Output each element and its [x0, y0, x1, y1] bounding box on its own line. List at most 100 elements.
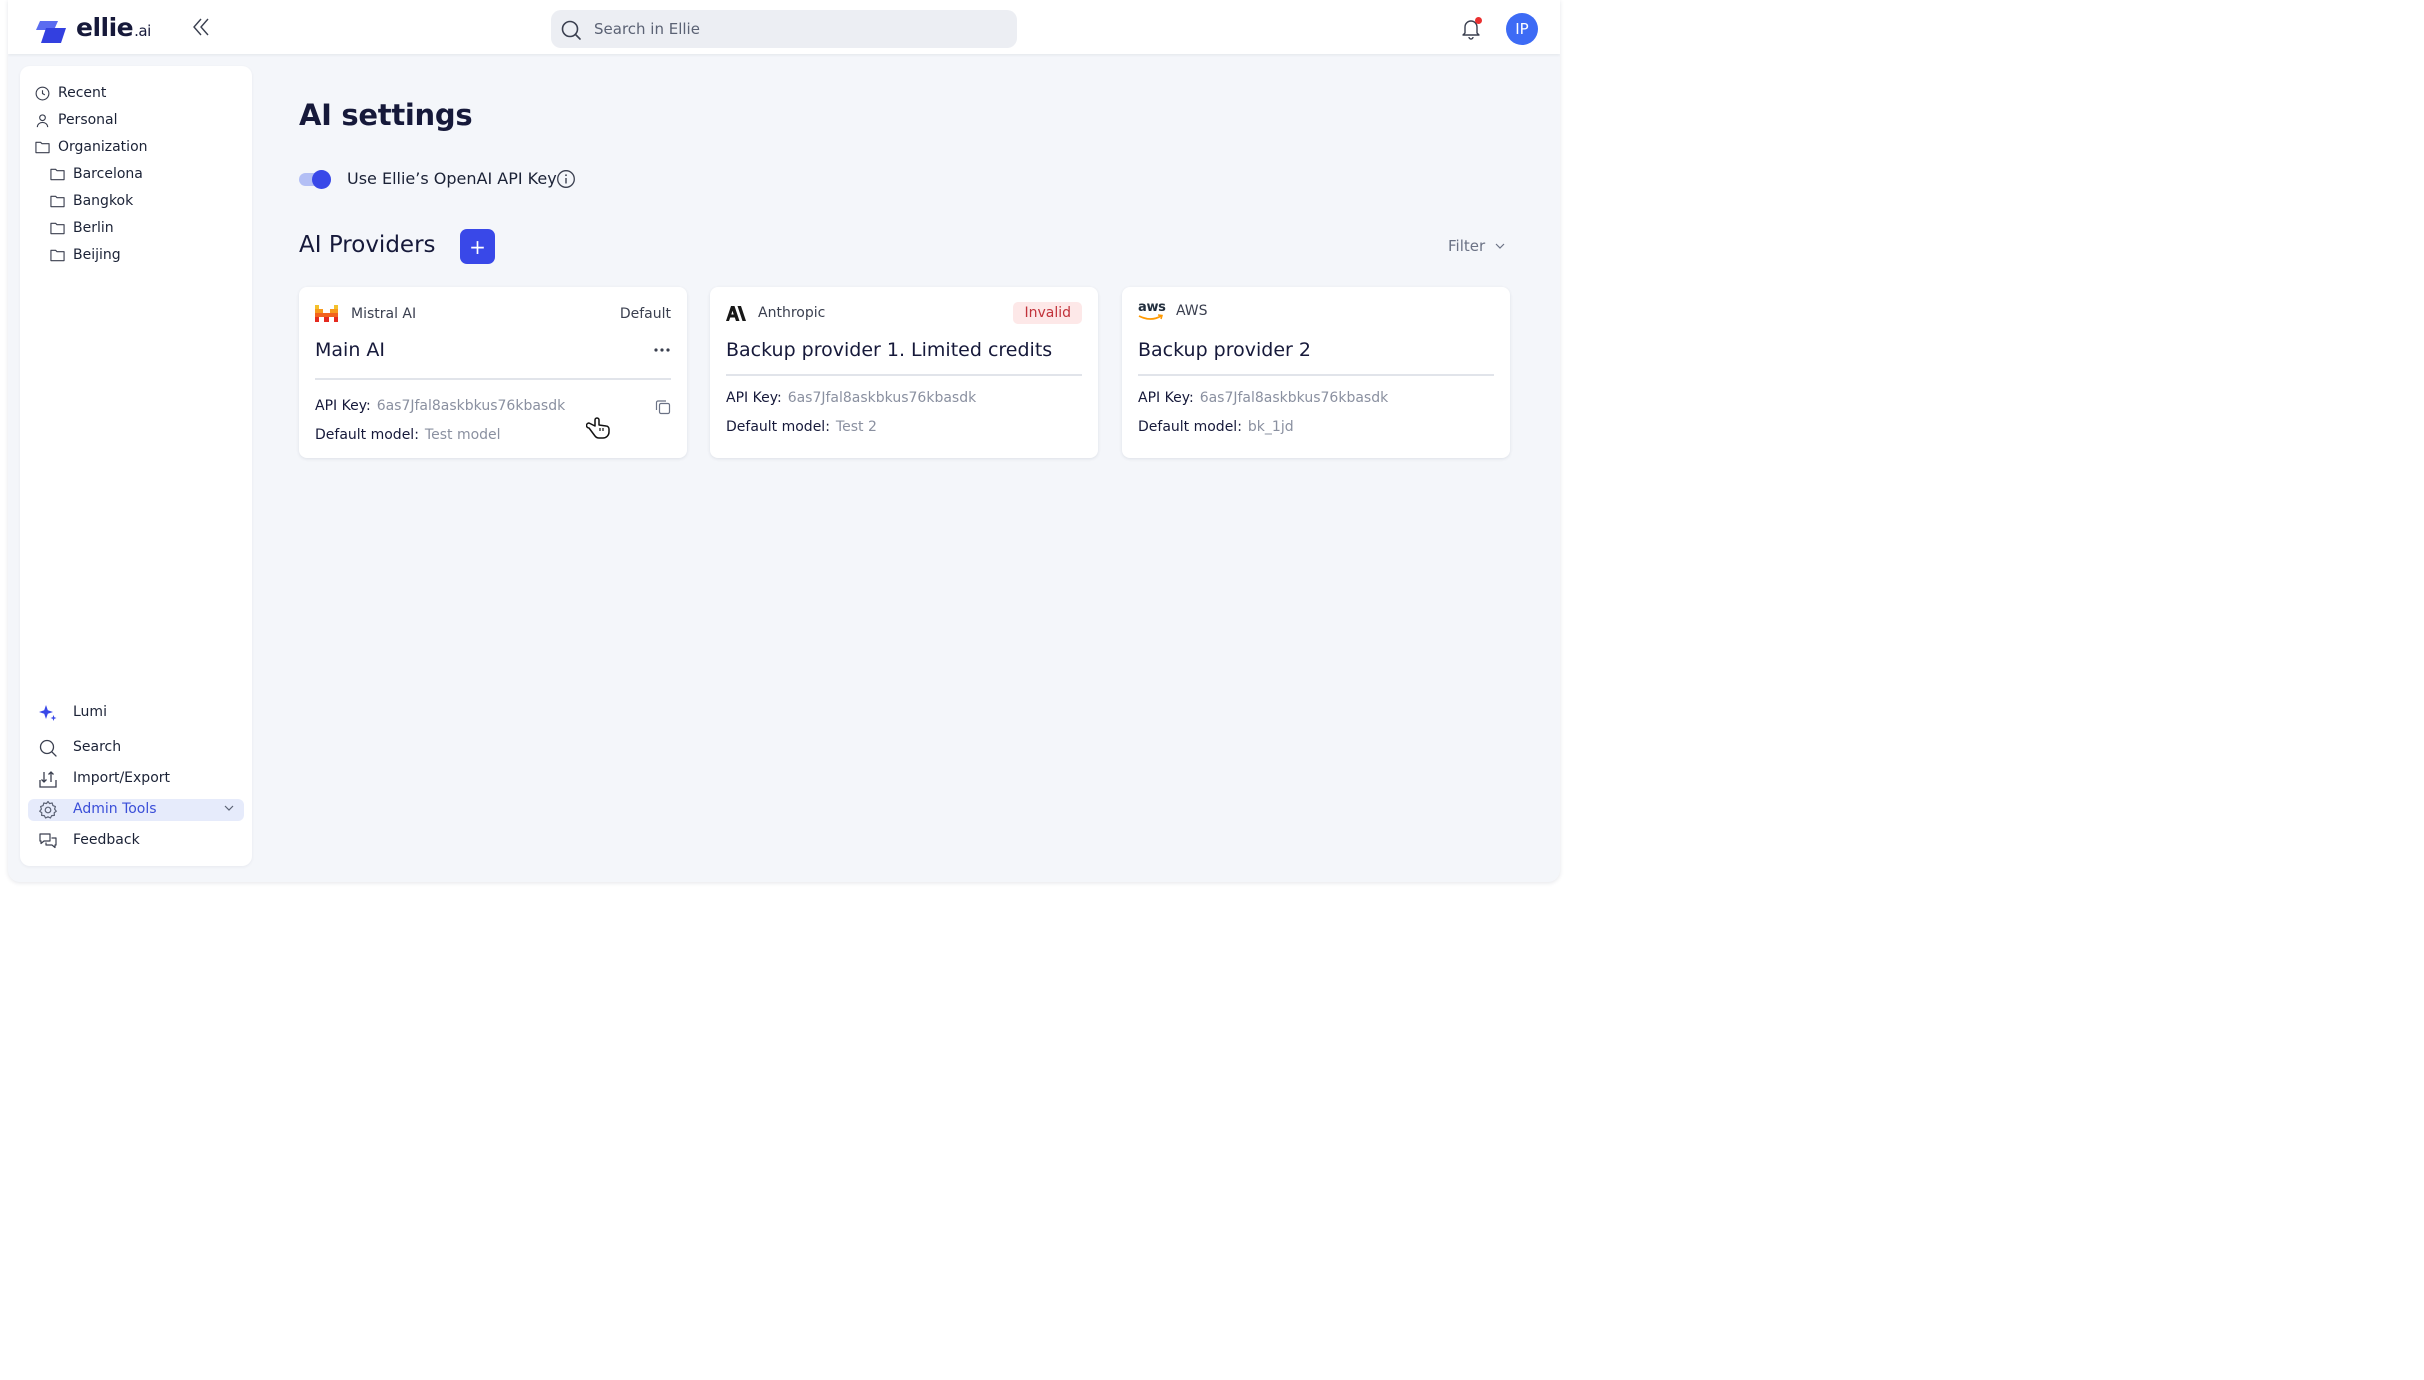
- default-model-row: Default model: Test 2: [726, 419, 877, 435]
- toggle-knob: [312, 170, 331, 189]
- chevron-down-icon[interactable]: [224, 805, 234, 811]
- user-icon: [36, 113, 49, 127]
- provider-name: Anthropic: [758, 305, 826, 321]
- folder-icon: [50, 168, 65, 181]
- search-icon: [561, 20, 581, 40]
- invalid-badge: Invalid: [1013, 302, 1082, 324]
- section-title: AI Providers: [299, 232, 436, 258]
- user-avatar[interactable]: IP: [1506, 13, 1538, 45]
- sidebar-item-label: Admin Tools: [73, 801, 157, 817]
- import-export-icon: [39, 771, 57, 788]
- sidebar-item-personal[interactable]: Personal: [35, 109, 118, 131]
- card-title: Backup provider 1. Limited credits: [726, 339, 1053, 361]
- sidebar-item-bangkok[interactable]: Bangkok: [50, 190, 133, 212]
- sidebar-item-label: Import/Export: [73, 770, 171, 786]
- info-icon[interactable]: [556, 169, 576, 189]
- provider-name: Mistral AI: [351, 306, 417, 322]
- logo-wordmark: ellie: [76, 13, 134, 42]
- ellie-logo[interactable]: ellie.ai: [34, 14, 151, 45]
- sidebar-item-label: Bangkok: [73, 193, 134, 209]
- folder-icon: [50, 195, 65, 208]
- search-icon: [39, 739, 57, 757]
- provider-card[interactable]: aws AWS Backup provider 2 API Key: 6as7Jf…: [1122, 287, 1510, 458]
- top-header: ellie.ai IP: [8, 0, 1560, 54]
- feedback-icon: [39, 833, 57, 849]
- hand-cursor-icon: [586, 417, 610, 439]
- default-model-value: Test 2: [835, 419, 877, 435]
- sidebar-item-label: Berlin: [73, 220, 114, 236]
- openai-key-toggle[interactable]: [299, 170, 333, 189]
- anthropic-logo-icon: [726, 305, 746, 321]
- app-window: ellie.ai IP: [8, 0, 1560, 882]
- default-model-value: Test model: [424, 427, 501, 443]
- page-title: AI settings: [299, 98, 473, 132]
- card-title: Backup provider 2: [1138, 339, 1311, 361]
- sidebar-item-barcelona[interactable]: Barcelona: [50, 163, 143, 185]
- aws-logo-icon: aws: [1138, 300, 1166, 321]
- sidebar-item-label: Barcelona: [73, 166, 143, 182]
- mistral-logo-icon: [315, 305, 338, 322]
- default-model-value: bk_1jd: [1247, 419, 1294, 435]
- logo-suffix: .ai: [134, 22, 151, 40]
- provider-card[interactable]: Anthropic Invalid Backup provider 1. Lim…: [710, 287, 1098, 458]
- api-key-label: API Key:: [1138, 390, 1194, 406]
- card-divider: [1138, 374, 1494, 376]
- sidebar-item-recent[interactable]: Recent: [35, 82, 106, 104]
- provider-header: aws AWS: [1138, 300, 1208, 321]
- provider-name: AWS: [1176, 303, 1208, 319]
- provider-header: Anthropic: [726, 305, 825, 321]
- ellie-logo-icon: [36, 21, 66, 43]
- provider-header: Mistral AI: [315, 305, 416, 323]
- default-model-label: Default model:: [726, 419, 830, 435]
- folder-icon: [35, 141, 50, 154]
- search-input[interactable]: [594, 10, 1004, 48]
- more-options-icon[interactable]: [654, 347, 670, 353]
- sparkle-icon: [39, 705, 57, 721]
- copy-icon[interactable]: [655, 399, 671, 415]
- sidebar-item-label: Personal: [58, 112, 118, 128]
- sidebar-item-feedback[interactable]: Feedback: [28, 830, 244, 852]
- card-divider: [315, 378, 671, 380]
- sidebar: Recent Personal Organization Barcelona B…: [20, 66, 252, 866]
- default-badge: Default: [619, 306, 671, 322]
- global-search[interactable]: [551, 10, 1017, 48]
- card-title: Main AI: [315, 339, 385, 361]
- default-model-row: Default model: Test model: [315, 427, 501, 443]
- filter-label: Filter: [1448, 237, 1486, 255]
- collapse-sidebar-icon[interactable]: [192, 17, 210, 37]
- folder-icon: [50, 249, 65, 262]
- clock-icon: [35, 86, 50, 100]
- add-provider-button[interactable]: +: [460, 229, 495, 264]
- sidebar-item-import-export[interactable]: Import/Export: [28, 768, 244, 790]
- provider-card[interactable]: Mistral AI Default Main AI API Key: 6as7J…: [299, 287, 687, 458]
- sidebar-item-label: Recent: [58, 85, 107, 101]
- sidebar-item-label: Lumi: [73, 704, 107, 720]
- default-model-label: Default model:: [315, 427, 419, 443]
- api-key-row: API Key: 6as7Jfal8askbkus76kbasdk: [726, 390, 976, 406]
- sidebar-item-search[interactable]: Search: [28, 737, 244, 759]
- sidebar-item-lumi[interactable]: Lumi: [28, 702, 244, 724]
- api-key-row: API Key: 6as7Jfal8askbkus76kbasdk: [1138, 390, 1388, 406]
- chevron-down-icon: [1495, 243, 1505, 249]
- toggle-label: Use Ellie’s OpenAI API Key: [347, 169, 557, 188]
- card-divider: [726, 374, 1082, 376]
- sidebar-item-label: Search: [73, 739, 122, 755]
- api-key-row: API Key: 6as7Jfal8askbkus76kbasdk: [315, 398, 565, 414]
- sidebar-item-admin-tools[interactable]: Admin Tools: [28, 799, 244, 821]
- api-key-value: 6as7Jfal8askbkus76kbasdk: [1199, 390, 1389, 406]
- api-key-value: 6as7Jfal8askbkus76kbasdk: [376, 398, 566, 414]
- sidebar-item-berlin[interactable]: Berlin: [50, 217, 114, 239]
- sidebar-item-label: Organization: [58, 139, 148, 155]
- sidebar-item-beijing[interactable]: Beijing: [50, 244, 121, 266]
- api-key-value: 6as7Jfal8askbkus76kbasdk: [787, 390, 977, 406]
- default-model-row: Default model: bk_1jd: [1138, 419, 1294, 435]
- gear-icon: [39, 800, 57, 819]
- api-key-label: API Key:: [315, 398, 371, 414]
- notifications-button[interactable]: [1459, 16, 1483, 40]
- sidebar-item-label: Beijing: [73, 247, 121, 263]
- notification-dot: [1475, 17, 1482, 24]
- sidebar-item-organization[interactable]: Organization: [35, 136, 148, 158]
- default-model-label: Default model:: [1138, 419, 1242, 435]
- sidebar-item-label: Feedback: [73, 832, 140, 848]
- filter-dropdown[interactable]: Filter: [1448, 237, 1505, 255]
